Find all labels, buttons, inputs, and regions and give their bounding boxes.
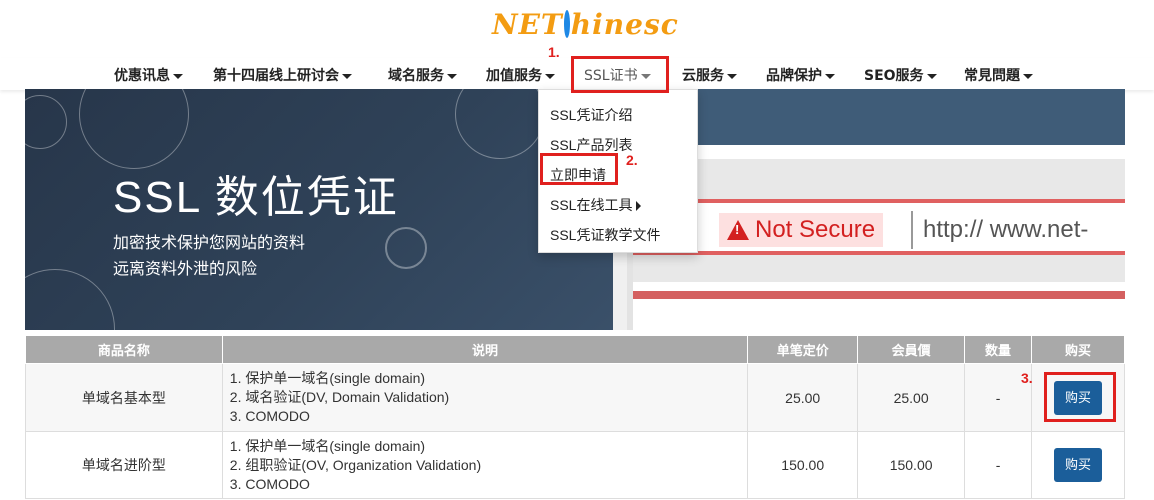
banner-subtitle-1: 加密技术保护您网站的资料 [113,235,306,252]
table-row: 单域名进阶型 1. 保护单一域名(single domain) 2. 组职验证(… [25,431,1125,499]
caret-down-icon [640,73,651,79]
nav-item-promotions[interactable]: 优惠讯息 [114,58,183,90]
product-description: 1. 保护单一域名(single domain) 2. 域名验证(DV, Dom… [221,363,749,432]
dropdown-item-ssl-docs[interactable]: SSL凭证教学文件 [550,225,660,245]
column-header-member-price: 会員價 [857,335,966,364]
buy-button[interactable]: 购买 [1054,448,1102,482]
description-line: 3. COMODO [229,475,310,492]
address-bar-illustration: Not Secure http:// www.net- [633,199,1125,255]
nav-item-label: 加值服务 [486,68,542,84]
illustration-header [633,89,1125,145]
logo-globe-icon [563,10,570,38]
decor-circle [25,95,67,149]
buy-cell: 购买 [1031,363,1125,432]
column-header-description: 说明 [221,335,749,364]
product-price: 150.00 [747,431,859,499]
illustration-bottom-bar [633,291,1125,299]
banner-title: SSL 数位凭证 [113,173,399,222]
nav-item-value-added[interactable]: 加值服务 [486,58,555,90]
dropdown-item-ssl-intro[interactable]: SSL凭证介绍 [550,105,632,125]
dropdown-item-apply-now[interactable]: 立即申请 [550,165,606,185]
buy-button[interactable]: 购买 [1054,380,1102,415]
banner-subtitle-2: 远离资料外泄的风险 [113,261,258,278]
not-secure-label: Not Secure [755,216,876,243]
nav-item-seminar[interactable]: 第十四届线上研讨会 [213,58,352,90]
nav-item-label: SEO服务 [864,68,924,84]
warning-icon [727,220,749,240]
nav-item-label: SSL证书 [584,68,638,84]
netchinese-logo[interactable]: NET hinesc [492,4,678,44]
product-description: 1. 保护单一域名(single domain) 2. 组职验证(OV, Org… [221,431,749,499]
dropdown-item-label: 立即申请 [550,167,606,183]
nav-item-label: 云服务 [682,68,724,84]
nav-item-ssl[interactable]: SSL证书 [584,58,651,90]
nav-item-brand[interactable]: 品牌保护 [766,58,835,90]
not-secure-illustration: Not Secure http:// www.net- [627,89,1125,330]
decor-circle [79,89,189,169]
step-label-3: 3. [1021,370,1033,386]
column-header-name: 商品名称 [25,335,223,364]
dropdown-item-label: SSL凭证介绍 [550,107,633,123]
nav-item-label: 常見問題 [964,68,1020,84]
nav-item-label: 域名服务 [388,68,444,84]
dropdown-item-label: SSL产品列表 [550,137,633,153]
ssl-product-table: 商品名称 说明 单笔定价 会員價 数量 购买 单域名基本型 1. 保护单一域名(… [25,335,1125,499]
step-label-1: 1. [548,44,560,60]
caret-right-icon [636,201,642,212]
nav-item-cloud[interactable]: 云服务 [682,58,737,90]
caret-down-icon [926,73,937,79]
address-separator [911,211,913,249]
dropdown-item-ssl-tools[interactable]: SSL在线工具 [550,195,642,215]
caret-down-icon [173,73,183,79]
nav-item-domain[interactable]: 域名服务 [388,58,457,90]
description-line: 1. 保护单一域名(single domain) [229,437,426,454]
buy-cell: 购买 [1031,431,1125,499]
not-secure-badge: Not Secure [719,213,884,247]
caret-down-icon [727,73,737,79]
product-name: 单域名进阶型 [25,431,223,499]
dropdown-item-label: SSL凭证教学文件 [550,227,661,243]
logo-text-left: NET [492,7,563,41]
ssl-banner: SSL 数位凭证 加密技术保护您网站的资料 远离资料外泄的风险 [25,89,613,330]
caret-down-icon [447,73,457,79]
description-line: 1. 保护单一域名(single domain) [229,370,426,386]
column-header-price: 单笔定价 [747,335,859,364]
caret-down-icon [825,73,835,79]
product-quantity: - [964,431,1032,499]
decor-circle [385,227,427,269]
nav-item-seo[interactable]: SEO服务 [864,58,937,90]
nav-item-label: 品牌保护 [766,68,822,84]
url-text: http:// www.net- [923,216,1089,243]
page-root: NET hinesc 优惠讯息 第十四届线上研讨会 域名服务 加值服务 SSL证… [0,0,1154,500]
column-header-quantity: 数量 [964,335,1032,364]
decor-circle [25,269,115,330]
table-row: 单域名基本型 1. 保护单一域名(single domain) 2. 域名验证(… [25,363,1125,432]
ssl-dropdown-menu: SSL凭证介绍 SSL产品列表 立即申请 SSL在线工具 SSL凭证教学文件 [538,89,698,253]
table-header-row: 商品名称 说明 单笔定价 会員價 数量 购买 [25,335,1125,364]
product-member-price: 150.00 [857,431,966,499]
dropdown-item-ssl-products[interactable]: SSL产品列表 [550,135,632,155]
nav-item-faq[interactable]: 常見問題 [964,58,1033,90]
logo-text-right: hinesc [570,7,679,41]
nav-item-label: 第十四届线上研讨会 [213,68,339,84]
product-price: 25.00 [747,363,859,432]
product-member-price: 25.00 [857,363,966,432]
product-name: 单域名基本型 [25,363,223,432]
description-line: 2. 域名验证(DV, Domain Validation) [229,389,450,405]
caret-down-icon [1023,73,1033,79]
caret-down-icon [342,73,352,79]
description-line: 3. COMODO [229,408,310,424]
decor-circle [455,89,545,159]
main-nav: 优惠讯息 第十四届线上研讨会 域名服务 加值服务 SSL证书 云服务 品牌保护 … [0,58,1154,90]
column-header-buy: 购买 [1031,335,1125,364]
caret-down-icon [545,73,555,79]
step-label-2: 2. [626,152,638,168]
dropdown-item-label: SSL在线工具 [550,197,633,213]
nav-item-label: 优惠讯息 [114,68,170,84]
description-line: 2. 组职验证(OV, Organization Validation) [229,456,482,473]
